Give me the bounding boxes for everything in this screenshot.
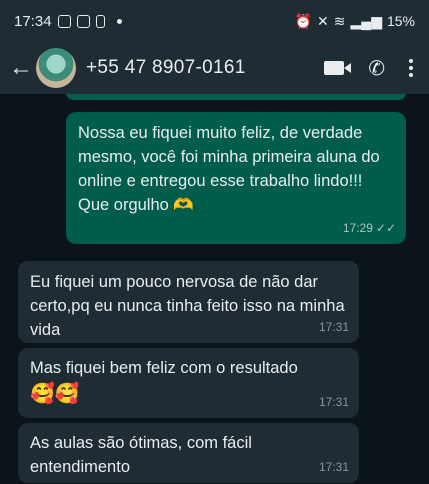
header-actions: ✆ (324, 56, 413, 81)
message-bubble-incoming[interactable]: Eu fiquei um pouco nervosa de não dar ce… (18, 261, 359, 343)
chat-area: Nossa eu fiquei muito feliz, de verdade … (0, 94, 429, 484)
phone-icon[interactable]: ✆ (368, 56, 385, 81)
message-text: As aulas são ótimas, com fácil entendime… (30, 434, 252, 476)
message-bubble-outgoing[interactable]: Nossa eu fiquei muito feliz, de verdade … (66, 112, 406, 244)
more-options-icon[interactable] (409, 59, 413, 77)
wifi-icon: ≋ (333, 12, 346, 29)
back-arrow-icon[interactable]: ← (6, 54, 36, 82)
more-notifications-icon (116, 18, 122, 24)
signal-icon: ▂▄▆ (350, 12, 382, 29)
message-time: 17:31 (318, 395, 349, 409)
status-bar: 17:34 ⏰ ✕ ≋ ▂▄▆ 15% (0, 0, 429, 42)
gallery-icon (76, 14, 90, 28)
message-time: 17:29 (342, 221, 373, 235)
message-time: 17:31 (318, 320, 349, 334)
chat-header: ← +55 47 8907-0161 ✆ (0, 42, 429, 94)
message-text: Nossa eu fiquei muito feliz, de verdade … (78, 124, 380, 214)
status-time: 17:34 (14, 12, 52, 30)
alarm-icon: ⏰ (294, 12, 313, 29)
notification-icon (95, 14, 105, 28)
avatar[interactable] (36, 48, 76, 88)
contact-name[interactable]: +55 47 8907-0161 (86, 57, 246, 79)
read-ticks-icon: ✓✓ (375, 221, 396, 235)
status-left: 17:34 (14, 13, 122, 30)
message-meta: 17:29 ✓✓ (343, 216, 396, 240)
status-right: ⏰ ✕ ≋ ▂▄▆ 15% (295, 13, 415, 30)
battery-level: 15% (386, 13, 415, 29)
previous-message-bubble (66, 94, 406, 100)
message-text: Eu fiquei um pouco nervosa de não dar ce… (30, 273, 345, 339)
emoji-smiling-hearts: 🥰🥰 (30, 383, 80, 405)
message-bubble-incoming[interactable]: Mas fiquei bem feliz com o resultado 🥰🥰 … (18, 348, 359, 418)
video-call-icon[interactable] (324, 61, 352, 75)
message-text: Mas fiquei bem feliz com o resultado (30, 359, 298, 377)
message-bubble-incoming[interactable]: As aulas são ótimas, com fácil entendime… (18, 423, 359, 483)
mute-icon: ✕ (317, 12, 329, 29)
instagram-icon (57, 14, 71, 28)
message-time: 17:31 (318, 460, 349, 474)
